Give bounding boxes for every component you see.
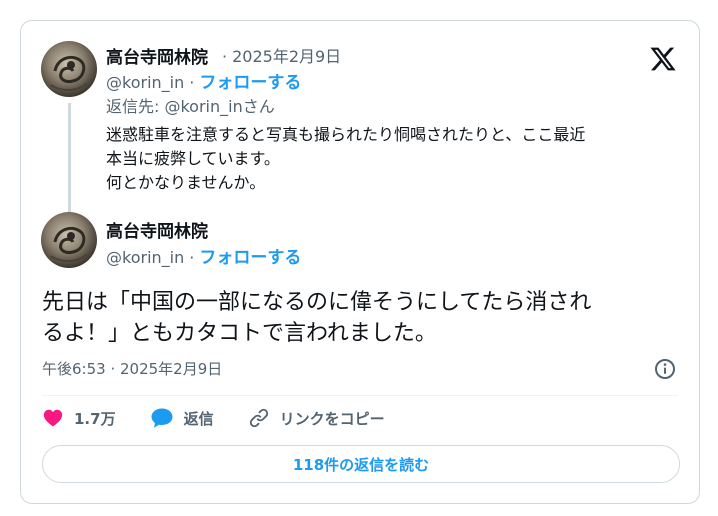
reply-tweet-text: 迷惑駐車を注意すると写真も撮られたり恫喝されたりと、ここ最近 本当に疲弊していま… bbox=[106, 123, 666, 195]
link-icon bbox=[249, 408, 268, 428]
thread-line bbox=[68, 103, 71, 221]
follow-button[interactable]: フォローする bbox=[199, 73, 301, 93]
heart-icon bbox=[43, 409, 63, 427]
separator: · bbox=[189, 73, 195, 92]
read-replies-button[interactable]: 118件の返信を読む bbox=[42, 445, 680, 483]
x-logo-icon[interactable] bbox=[649, 45, 677, 73]
like-button[interactable]: 1.7万 bbox=[42, 407, 116, 429]
reply-to: 返信先: @korin_inさん bbox=[106, 97, 275, 116]
handle-row: @korin_in · フォローする bbox=[106, 68, 301, 93]
speech-bubble-icon bbox=[151, 408, 173, 428]
display-name[interactable]: 高台寺岡林院 bbox=[106, 43, 208, 68]
tweet-timestamp[interactable]: 午後6:53 · 2025年2月9日 bbox=[42, 358, 222, 379]
text-line: 迷惑駐車を注意すると写真も撮られたり恫喝されたりと、ここ最近 bbox=[106, 125, 586, 144]
avatar[interactable] bbox=[41, 41, 97, 97]
avatar[interactable] bbox=[41, 212, 97, 268]
handle[interactable]: @korin_in bbox=[106, 73, 184, 92]
reply-button[interactable]: 返信 bbox=[150, 407, 214, 429]
text-line: 本当に疲弊しています。 bbox=[106, 149, 280, 168]
action-bar: 1.7万 返信 リンクをコピー bbox=[42, 403, 419, 433]
copy-link-button[interactable]: リンクをコピー bbox=[248, 407, 385, 429]
main-tweet-text: 先日は「中国の一部になるのに偉そうにしてたら消され るよ！」ともカタコトで言われ… bbox=[42, 287, 682, 349]
divider bbox=[42, 395, 678, 396]
tweet-embed-card: 高台寺岡林院 · 2025年2月9日 @korin_in · フォローする 返信先: … bbox=[20, 20, 700, 504]
text-line: 何とかなりませんか。 bbox=[106, 173, 266, 192]
handle[interactable]: @korin_in bbox=[106, 248, 184, 267]
info-icon[interactable] bbox=[653, 357, 677, 381]
separator: · bbox=[222, 47, 228, 66]
like-count: 1.7万 bbox=[74, 409, 116, 428]
handle-row: @korin_in · フォローする bbox=[106, 243, 301, 268]
tweet-date-group: · 2025年2月9日 bbox=[217, 43, 341, 67]
display-name[interactable]: 高台寺岡林院 bbox=[106, 217, 208, 242]
copy-link-label: リンクをコピー bbox=[279, 409, 385, 428]
reply-label: 返信 bbox=[183, 409, 214, 428]
follow-button[interactable]: フォローする bbox=[199, 248, 301, 268]
tweet-date[interactable]: 2025年2月9日 bbox=[232, 47, 341, 66]
text-line: るよ！」ともカタコトで言われました。 bbox=[42, 321, 437, 346]
read-replies-label: 118件の返信を読む bbox=[292, 455, 430, 474]
text-line: 先日は「中国の一部になるのに偉そうにしてたら消され bbox=[42, 290, 592, 315]
separator: · bbox=[189, 248, 195, 267]
